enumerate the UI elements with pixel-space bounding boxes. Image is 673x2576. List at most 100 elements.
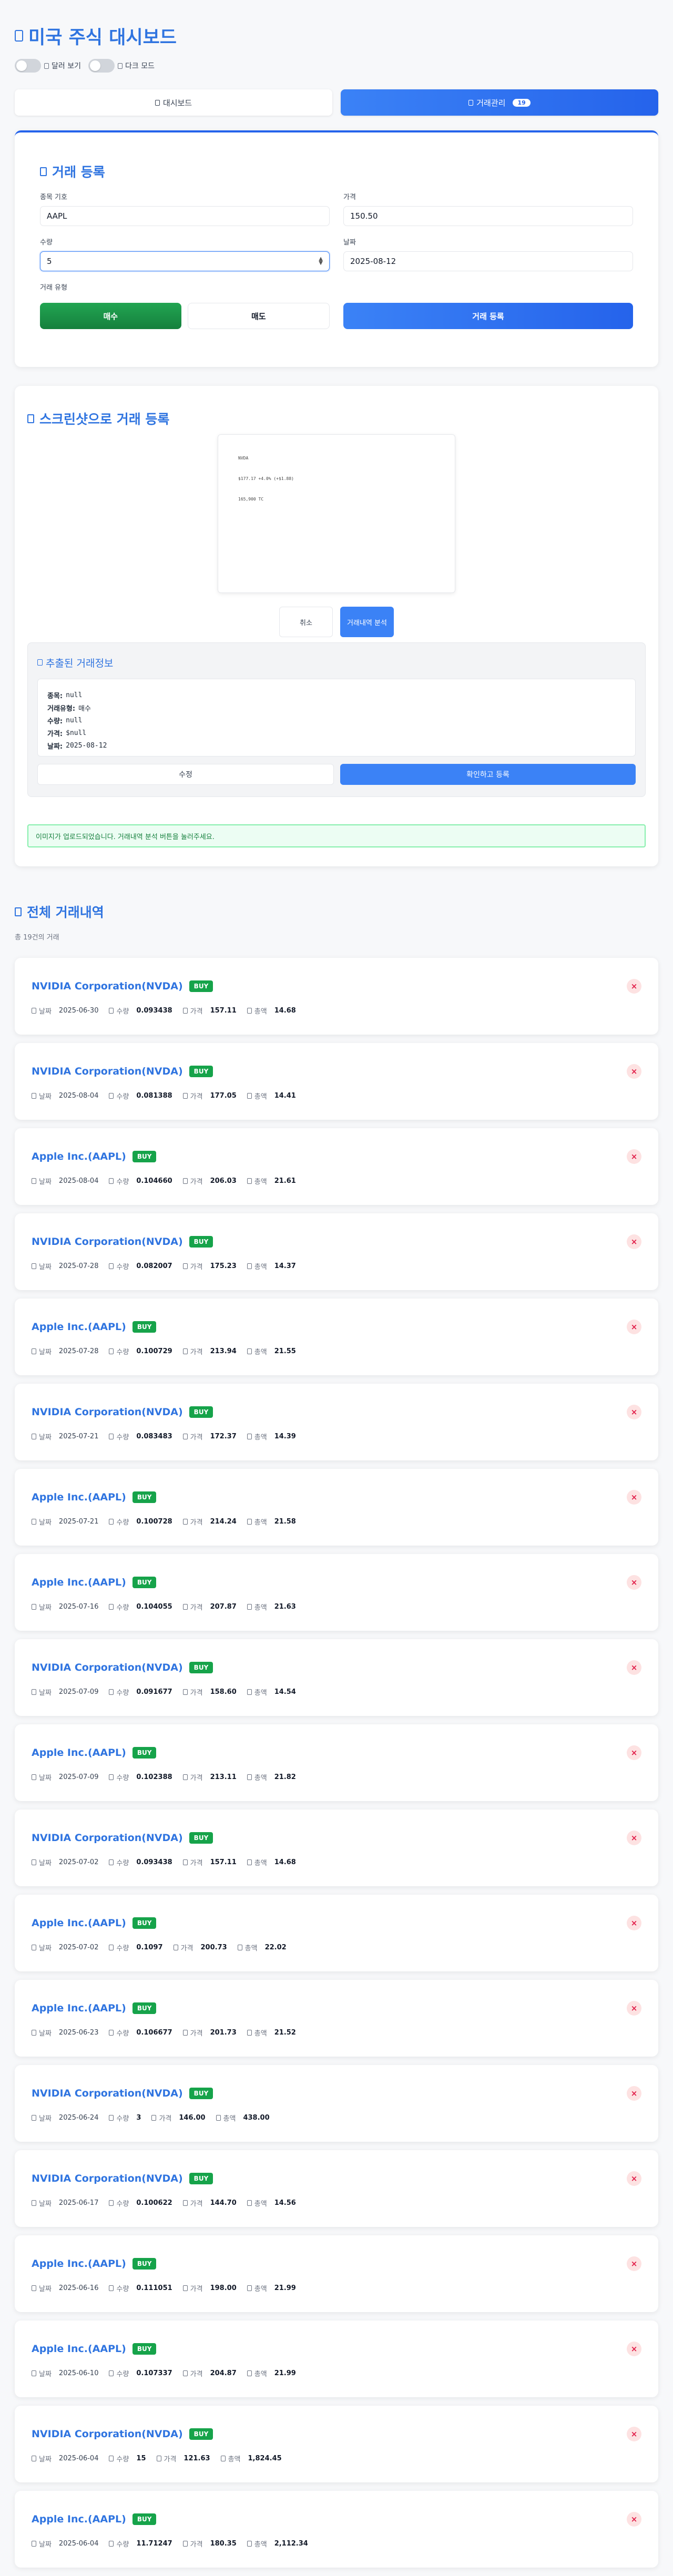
calendar-icon — [32, 2455, 36, 2461]
tab-dashboard[interactable]: 대시보드 — [15, 89, 332, 116]
dollar-toggle-text: 달러 보기 — [52, 62, 81, 70]
calendar-icon — [32, 2114, 36, 2121]
ticker-label: 종목 기호 — [40, 193, 67, 201]
total-label-text: 총액 — [254, 1518, 267, 1527]
history-icon — [15, 907, 22, 916]
transaction-header: NVIDIA Corporation(NVDA) BUY — [32, 2171, 641, 2186]
total-label-text: 총액 — [254, 2200, 267, 2208]
total-label: 총액 — [247, 2028, 267, 2038]
transaction-card: Apple Inc.(AAPL) BUY × 날짜 2025-06-16 수량 0.1110… — [15, 2235, 658, 2312]
delete-transaction-button[interactable]: × — [627, 2427, 641, 2441]
delete-transaction-button[interactable]: × — [627, 1831, 641, 1845]
transaction-total: 21.52 — [274, 2028, 296, 2037]
delete-transaction-button[interactable]: × — [627, 1490, 641, 1505]
delete-transaction-button[interactable]: × — [627, 1916, 641, 1930]
dark-mode-toggle[interactable] — [88, 59, 115, 73]
date-label-text: 날짜 — [39, 1348, 52, 1356]
delete-transaction-button[interactable]: × — [627, 2171, 641, 2186]
box-icon — [109, 2455, 114, 2461]
total-label-text: 총액 — [254, 1433, 267, 1442]
total-label: 총액 — [247, 2368, 267, 2378]
transaction-card: Apple Inc.(AAPL) BUY × 날짜 2025-06-23 수량 0.1066… — [15, 1980, 658, 2057]
date-input[interactable]: 2025-08-12 — [343, 251, 633, 271]
money-icon — [237, 1944, 242, 1950]
transaction-quantity: 0.104055 — [136, 1602, 172, 1611]
delete-transaction-button[interactable]: × — [627, 2512, 641, 2527]
delete-transaction-button[interactable]: × — [627, 2001, 641, 2016]
extract-value: 2025-08-12 — [66, 741, 107, 750]
clipboard-icon — [37, 659, 43, 666]
transaction-total: 14.37 — [274, 1262, 296, 1270]
delete-transaction-button[interactable]: × — [627, 1575, 641, 1590]
chart-icon — [15, 30, 23, 42]
money-icon — [216, 2114, 221, 2121]
tab-trade-management[interactable]: 거래관리 19 — [341, 89, 658, 116]
transaction-stock-name: Apple Inc.(AAPL) — [32, 2343, 126, 2355]
ticker-input[interactable]: AAPL — [40, 206, 330, 226]
price-label-text: 가격 — [190, 2540, 203, 2549]
total-label: 총액 — [247, 1346, 267, 1356]
transaction-type-badge: BUY — [189, 1236, 213, 1248]
delete-transaction-button[interactable]: × — [627, 1660, 641, 1675]
money-icon — [247, 1263, 252, 1269]
price-label-text: 가격 — [190, 1348, 203, 1356]
transaction-stock-name: NVIDIA Corporation(NVDA) — [32, 1406, 183, 1418]
transaction-total: 14.54 — [274, 1688, 296, 1696]
transaction-quantity: 0.111051 — [136, 2284, 172, 2292]
transaction-quantity: 0.082007 — [136, 1262, 172, 1270]
delete-transaction-button[interactable]: × — [627, 2086, 641, 2101]
upload-notice: 이미지가 업로드되었습니다. 거래내역 분석 버튼을 눌러주세요. — [27, 824, 646, 847]
edit-button[interactable]: 수정 — [37, 764, 334, 785]
transaction-quantity: 0.081388 — [136, 1091, 172, 1100]
extract-row: 거래유형: 매수 — [47, 701, 626, 714]
total-label: 총액 — [247, 2198, 267, 2208]
transaction-info: 날짜 2025-06-24 수량 3 가격 146.00 총액 438.00 — [32, 2112, 641, 2123]
transaction-stock-name: Apple Inc.(AAPL) — [32, 2513, 126, 2525]
analyze-button[interactable]: 거래내역 분석 — [340, 607, 394, 637]
sell-button[interactable]: 매도 — [187, 303, 330, 329]
transaction-stock-name: Apple Inc.(AAPL) — [32, 1321, 126, 1333]
total-label: 총액 — [247, 2283, 267, 2293]
quantity-label: 수량 — [109, 1176, 129, 1186]
extract-value: $null — [66, 729, 87, 737]
delete-transaction-button[interactable]: × — [627, 2342, 641, 2356]
delete-transaction-button[interactable]: × — [627, 1234, 641, 1249]
delete-transaction-button[interactable]: × — [627, 1149, 641, 1164]
money-icon — [247, 1518, 252, 1525]
transaction-date: 2025-07-02 — [58, 1943, 99, 1951]
confirm-register-button[interactable]: 확인하고 등록 — [340, 764, 636, 785]
transaction-header: Apple Inc.(AAPL) BUY — [32, 1575, 641, 1590]
total-label: 총액 — [237, 1943, 258, 1953]
submit-trade-button[interactable]: 거래 등록 — [343, 303, 633, 329]
cancel-button[interactable]: 취소 — [279, 607, 333, 637]
buy-button[interactable]: 매수 — [40, 303, 181, 329]
transaction-stock-name: Apple Inc.(AAPL) — [32, 2002, 126, 2014]
delete-transaction-button[interactable]: × — [627, 1405, 641, 1419]
transaction-stock-name: NVIDIA Corporation(NVDA) — [32, 2428, 183, 2440]
quantity-label-text: 수량 — [116, 2029, 129, 2038]
box-icon — [109, 2029, 114, 2036]
transaction-card: NVIDIA Corporation(NVDA) BUY × 날짜 2025-07-21… — [15, 1384, 658, 1460]
total-label-text: 총액 — [254, 1774, 267, 1782]
preview-line: 165,900 TC — [238, 497, 264, 502]
price-label: 가격 — [156, 2454, 176, 2463]
quantity-stepper[interactable]: 5 ▲ ▼ — [40, 251, 330, 271]
dollar-toggle[interactable] — [15, 59, 41, 73]
transaction-price: 214.24 — [210, 1517, 237, 1526]
quantity-label: 수량 — [109, 2198, 129, 2208]
extract-row: 수량: null — [47, 714, 626, 727]
quantity-label: 수량 — [109, 1517, 129, 1527]
preview-line: NVDA — [238, 456, 249, 461]
delete-transaction-button[interactable]: × — [627, 979, 641, 994]
price-input[interactable]: 150.50 — [343, 206, 633, 226]
box-icon — [109, 2540, 114, 2547]
stepper-arrows-icon[interactable]: ▲ ▼ — [319, 257, 323, 266]
delete-transaction-button[interactable]: × — [627, 1064, 641, 1079]
calendar-icon — [32, 2029, 36, 2036]
delete-transaction-button[interactable]: × — [627, 1745, 641, 1760]
delete-transaction-button[interactable]: × — [627, 2256, 641, 2271]
extracted-info-title: 추출된 거래정보 — [37, 656, 636, 669]
transaction-info: 날짜 2025-06-30 수량 0.093438 가격 157.11 총액 14.68 — [32, 1005, 641, 1016]
transaction-quantity: 0.093438 — [136, 1006, 172, 1015]
delete-transaction-button[interactable]: × — [627, 1320, 641, 1334]
